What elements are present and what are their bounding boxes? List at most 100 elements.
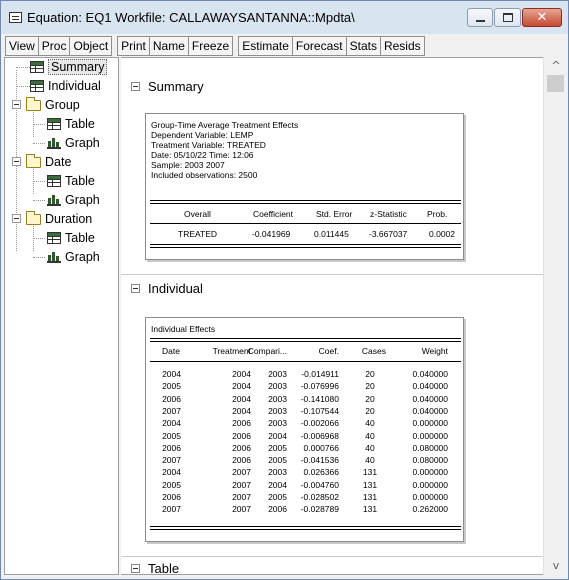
section-title: Individual xyxy=(148,281,203,296)
table-cell: 131 xyxy=(362,467,378,478)
folder-icon xyxy=(26,210,41,225)
table-icon xyxy=(47,175,61,187)
table-cell: 131 xyxy=(362,479,378,490)
collapse-section-icon[interactable] xyxy=(131,564,140,573)
table-cell: -0.041969 xyxy=(252,229,291,239)
table-cell: -0.107544 xyxy=(300,405,339,416)
column-header: z-Statistic xyxy=(370,209,407,219)
minimize-icon xyxy=(476,20,485,22)
table-cell: 2004 xyxy=(268,430,287,441)
table-cell: 0.262000 xyxy=(412,504,448,515)
table-cell: 2005 xyxy=(162,430,181,441)
table-cell: 0.000000 xyxy=(412,430,448,441)
tree-item-duration-table[interactable]: Table xyxy=(47,229,95,247)
tree-item-date-table[interactable]: Table xyxy=(47,172,95,190)
table-cell: 2006 xyxy=(162,442,181,453)
summary-observations: Included observations: 2500 xyxy=(151,170,258,180)
stats-button[interactable]: Stats xyxy=(345,36,381,56)
table-icon xyxy=(30,80,44,92)
maximize-button[interactable] xyxy=(494,8,521,27)
collapse-section-icon[interactable] xyxy=(131,284,140,293)
section-individual-header[interactable]: Individual xyxy=(131,281,203,296)
object-button[interactable]: Object xyxy=(69,36,113,56)
column-header: Coefficient xyxy=(253,209,294,219)
table-cell: -0.041536 xyxy=(300,455,339,466)
graph-icon xyxy=(47,251,61,263)
forecast-button[interactable]: Forecast xyxy=(291,36,347,56)
scrollbar-thumb[interactable] xyxy=(547,75,564,92)
table-cell: 20 xyxy=(365,393,375,404)
tree-item-group-graph[interactable]: Graph xyxy=(47,134,100,152)
view-button[interactable]: View xyxy=(5,36,39,56)
table-cell: 20 xyxy=(365,405,375,416)
table-cell: 20 xyxy=(365,381,375,392)
print-button[interactable]: Print xyxy=(117,36,150,56)
close-button[interactable]: ✕ xyxy=(522,8,562,27)
name-button[interactable]: Name xyxy=(148,36,189,56)
column-header: Cases xyxy=(361,346,386,356)
output-tree: Summary Individual Group Table Graph Dat… xyxy=(4,57,119,575)
tree-item-group-table[interactable]: Table xyxy=(47,115,95,133)
table-cell: 0.000766 xyxy=(303,442,339,453)
section-title: Table xyxy=(148,561,180,575)
column-header: Overall xyxy=(184,209,211,219)
table-cell: -0.028502 xyxy=(300,492,339,502)
tree-item-duration-graph[interactable]: Graph xyxy=(47,248,100,266)
summary-treatment: Treatment Variable: TREATED xyxy=(151,140,266,150)
tree-item-individual[interactable]: Individual xyxy=(30,77,101,95)
table-icon xyxy=(30,61,44,73)
table-cell: 0.000000 xyxy=(412,418,448,429)
table-cell: 2007 xyxy=(162,405,181,416)
table-cell: 0.040000 xyxy=(412,381,448,392)
estimate-button[interactable]: Estimate xyxy=(238,36,293,56)
column-header: Coef. xyxy=(318,346,339,356)
table-cell: 2006 xyxy=(268,504,287,515)
scroll-down-icon[interactable]: v xyxy=(544,557,568,575)
minimize-button[interactable] xyxy=(467,8,493,27)
title-bar[interactable]: Equation: EQ1 Workfile: CALLAWAYSANTANNA… xyxy=(1,1,568,34)
folder-icon xyxy=(26,153,41,168)
column-header: Std. Error xyxy=(316,209,353,219)
window-menu-icon[interactable] xyxy=(9,12,22,23)
collapse-duration-toggle[interactable] xyxy=(12,214,21,223)
output-content[interactable]: Summary Group-Time Average Treatment Eff… xyxy=(121,57,543,575)
section-table-header[interactable]: Table xyxy=(131,561,180,575)
table-cell: 2004 xyxy=(162,467,181,478)
table-cell: 2004 xyxy=(162,369,181,379)
table-cell: 0.040000 xyxy=(412,369,448,379)
table-cell: 40 xyxy=(365,455,375,466)
table-cell: 2005 xyxy=(268,455,287,466)
close-icon: ✕ xyxy=(536,10,548,25)
tree-item-date[interactable]: Date xyxy=(26,153,71,171)
table-cell: 40 xyxy=(365,430,375,441)
tree-item-group[interactable]: Group xyxy=(26,96,80,114)
summary-table: Group-Time Average Treatment Effects Dep… xyxy=(145,113,464,260)
table-cell: 2003 xyxy=(268,369,287,379)
collapse-section-icon[interactable] xyxy=(131,82,140,91)
column-header: Prob. xyxy=(427,209,448,219)
summary-date: Date: 05/10/22 Time: 12:06 xyxy=(151,150,254,160)
window-title: Equation: EQ1 Workfile: CALLAWAYSANTANNA… xyxy=(27,10,355,25)
vertical-scrollbar[interactable]: ^ v xyxy=(543,57,567,575)
proc-button[interactable]: Proc xyxy=(37,36,71,56)
table-icon xyxy=(47,232,61,244)
graph-icon xyxy=(47,137,61,149)
resids-button[interactable]: Resids xyxy=(379,36,425,56)
scroll-up-icon[interactable]: ^ xyxy=(544,57,568,75)
freeze-button[interactable]: Freeze xyxy=(187,36,234,56)
table-cell: 2007 xyxy=(162,504,181,515)
tree-item-duration[interactable]: Duration xyxy=(26,210,92,228)
tree-item-date-graph[interactable]: Graph xyxy=(47,191,100,209)
table-cell: 0.040000 xyxy=(412,393,448,404)
summary-sample: Sample: 2003 2007 xyxy=(151,160,225,170)
graph-icon xyxy=(47,194,61,206)
collapse-group-toggle[interactable] xyxy=(12,100,21,109)
collapse-date-toggle[interactable] xyxy=(12,157,21,166)
table-cell: 40 xyxy=(365,442,375,453)
section-summary-header[interactable]: Summary xyxy=(131,79,204,94)
table-cell: 131 xyxy=(362,504,378,515)
column-header: Date xyxy=(162,346,180,356)
tree-item-summary[interactable]: Summary xyxy=(30,58,108,76)
table-cell: TREATED xyxy=(178,229,218,239)
table-cell: 0.0002 xyxy=(429,229,455,239)
